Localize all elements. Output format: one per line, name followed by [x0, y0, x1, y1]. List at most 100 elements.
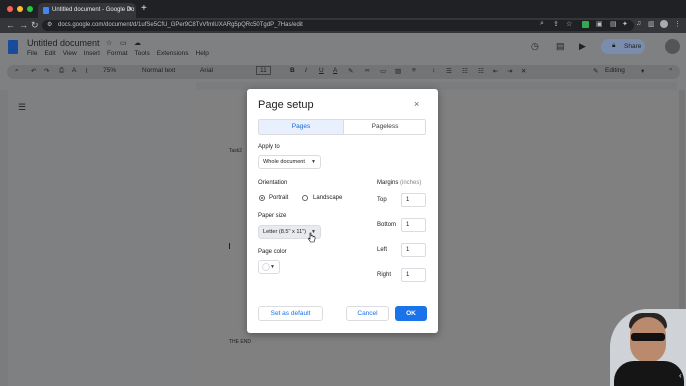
version-history-icon[interactable]: ◷	[531, 41, 539, 52]
margin-left-input[interactable]: 1	[401, 243, 426, 257]
share-button[interactable]: 🔒︎ Share	[601, 39, 645, 54]
ok-button[interactable]: OK	[395, 306, 427, 321]
editing-pencil-icon[interactable]: ✎	[593, 67, 598, 75]
tab-pageless[interactable]: Pageless	[343, 120, 426, 134]
zoom-select[interactable]: 75%	[103, 67, 116, 74]
menu-format[interactable]: Format	[107, 50, 128, 57]
docs-logo-icon[interactable]	[8, 40, 18, 54]
font-size-input[interactable]: 11	[256, 66, 271, 75]
meet-video-icon[interactable]: ▶	[579, 41, 586, 52]
maximize-window-dot[interactable]	[27, 6, 33, 12]
bookmark-star-icon[interactable]: ☆	[566, 20, 572, 28]
docs-favicon-icon	[43, 7, 49, 14]
color-swatch	[262, 263, 270, 271]
menu-view[interactable]: View	[63, 50, 77, 57]
tab-close-icon[interactable]: ×	[128, 6, 132, 13]
menu-help[interactable]: Help	[196, 50, 209, 57]
numbered-list-icon[interactable]: ☷	[478, 67, 484, 75]
document-outline-icon[interactable]: ☰	[18, 102, 26, 113]
star-icon[interactable]: ☆	[106, 39, 112, 47]
link-icon[interactable]: ∞	[365, 67, 370, 74]
set-as-default-button[interactable]: Set as default	[258, 306, 323, 321]
mode-select[interactable]: Editing	[605, 67, 625, 74]
mouse-pointer-icon	[308, 232, 316, 243]
back-icon[interactable]: ←	[6, 20, 15, 30]
menu-insert[interactable]: Insert	[84, 50, 100, 57]
close-window-dot[interactable]	[7, 6, 13, 12]
margin-top-label: Top	[377, 197, 387, 203]
style-select[interactable]: Normal text	[142, 67, 175, 74]
landscape-radio[interactable]	[302, 195, 308, 201]
reload-icon[interactable]: ↻	[31, 20, 39, 31]
bold-icon[interactable]: B	[290, 67, 295, 74]
margin-bottom-input[interactable]: 1	[401, 218, 426, 232]
chevron-left-icon[interactable]: ‹	[679, 371, 682, 380]
line-spacing-icon[interactable]: ↕	[432, 67, 435, 74]
sidebar-icon[interactable]: ▥	[648, 20, 655, 28]
chevron-down-icon: ▼	[270, 264, 275, 270]
cancel-button[interactable]: Cancel	[346, 306, 389, 321]
lock-icon: 🔒︎	[612, 42, 616, 49]
extensions-puzzle-icon[interactable]: ✦	[622, 20, 628, 28]
menu-file[interactable]: File	[27, 50, 37, 57]
undo-icon[interactable]: ↶	[31, 67, 36, 75]
clear-format-icon[interactable]: ✕	[521, 67, 526, 75]
font-select[interactable]: Arial	[200, 67, 213, 74]
margin-bottom-label: Bottom	[377, 222, 397, 228]
page-color-label: Page color	[258, 249, 287, 255]
profile-avatar-icon[interactable]	[660, 20, 668, 28]
bullet-list-icon[interactable]: ☷	[462, 67, 468, 75]
media-icon[interactable]: ♫	[636, 20, 641, 27]
collapse-toolbar-icon[interactable]: ⌃	[668, 67, 673, 75]
highlight-icon[interactable]: ✎	[348, 67, 353, 75]
site-info-icon[interactable]: ⚙	[47, 21, 52, 28]
margin-top-input[interactable]: 1	[401, 193, 426, 207]
portrait-label[interactable]: Portrait	[269, 195, 288, 201]
menu-extensions[interactable]: Extensions	[157, 50, 189, 57]
close-icon[interactable]: ×	[414, 99, 419, 109]
minimize-window-dot[interactable]	[17, 6, 23, 12]
comments-icon[interactable]: ▤	[556, 41, 565, 52]
underline-icon[interactable]: U	[319, 67, 324, 74]
image-icon[interactable]: ▨	[395, 67, 401, 75]
account-avatar[interactable]	[665, 39, 680, 54]
page-color-picker[interactable]: ▼	[258, 260, 280, 274]
decrease-indent-icon[interactable]: ⇤	[493, 67, 498, 75]
margin-left-label: Left	[377, 247, 388, 253]
forward-icon[interactable]: →	[19, 20, 28, 30]
vertical-ruler[interactable]	[0, 90, 8, 386]
search-menus-icon[interactable]: ⌕	[15, 67, 19, 75]
document-title[interactable]: Untitled document	[27, 38, 100, 48]
mode-chevron-icon[interactable]: ▾	[641, 67, 644, 75]
browser-tab[interactable]: Untitled document - Google Do ×	[38, 3, 136, 18]
share-page-icon[interactable]: ⇪	[553, 20, 559, 28]
print-icon[interactable]: ⎙	[59, 67, 64, 75]
extension-green-icon[interactable]	[582, 21, 589, 28]
margin-right-input[interactable]: 1	[401, 268, 426, 282]
extension-badge-icon[interactable]: ▤	[610, 20, 617, 28]
menu-tools[interactable]: Tools	[135, 50, 150, 57]
cloud-status-icon[interactable]: ☁	[134, 39, 141, 47]
apply-to-select[interactable]: Whole document ▼	[258, 155, 321, 169]
italic-icon[interactable]: I	[305, 67, 307, 74]
menu-edit[interactable]: Edit	[44, 50, 55, 57]
paint-format-icon[interactable]: ⌇	[85, 67, 88, 75]
tab-pages[interactable]: Pages	[259, 120, 343, 134]
landscape-label[interactable]: Landscape	[313, 195, 342, 201]
redo-icon[interactable]: ↷	[44, 67, 49, 75]
comment-icon[interactable]: ▭	[380, 67, 386, 75]
new-tab-button[interactable]: +	[141, 3, 147, 14]
address-bar[interactable]: ⚙ docs.google.com/document/d/1ufSe5CfU_G…	[42, 20, 634, 31]
portrait-radio[interactable]	[259, 195, 265, 201]
extension-icon[interactable]: ▣	[596, 20, 603, 28]
text-color-icon[interactable]: A	[333, 67, 337, 74]
search-icon[interactable]: ⌕	[540, 20, 544, 28]
increase-indent-icon[interactable]: ⇥	[507, 67, 512, 75]
move-folder-icon[interactable]: ▭	[120, 39, 127, 47]
webcam-overlay	[610, 309, 686, 386]
dialog-title: Page setup	[258, 99, 314, 111]
browser-menu-icon[interactable]: ⋮	[674, 20, 681, 28]
spellcheck-icon[interactable]: A	[72, 67, 76, 74]
checklist-icon[interactable]: ☰	[446, 67, 452, 75]
align-icon[interactable]: ≡	[412, 67, 416, 74]
